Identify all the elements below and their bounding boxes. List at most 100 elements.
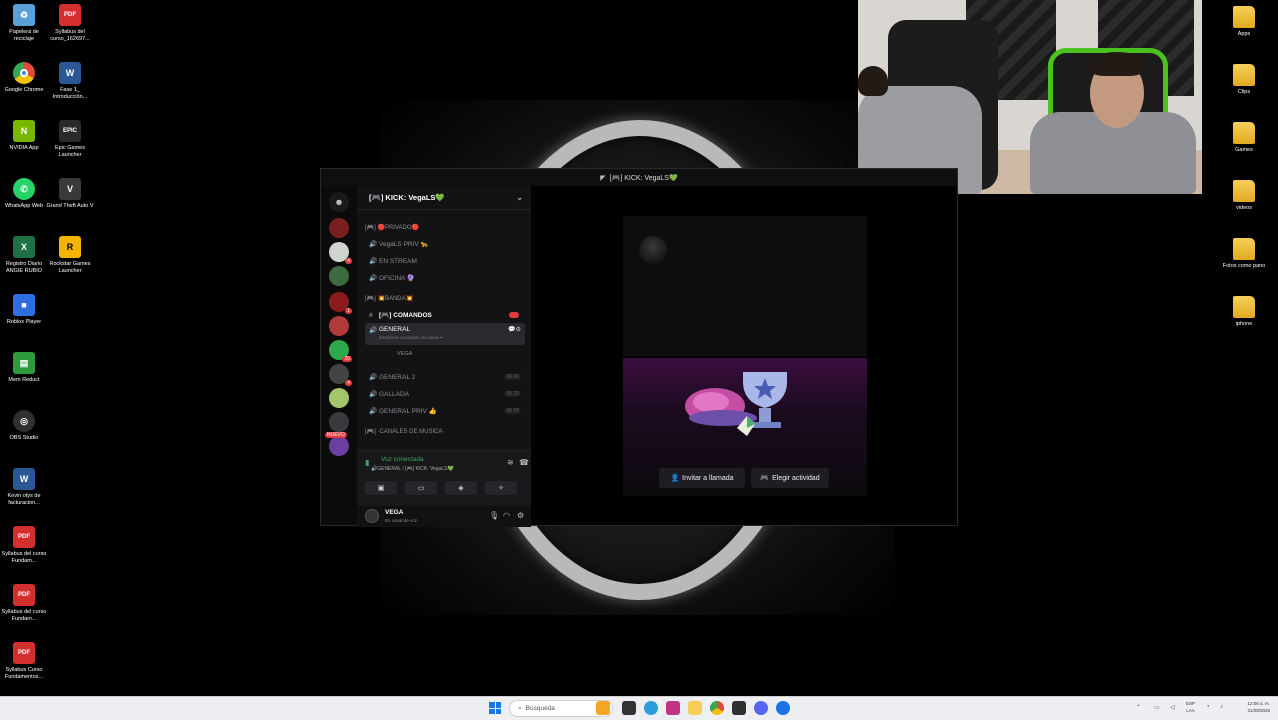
desktop-folder[interactable]: Games (1220, 122, 1268, 154)
server-icon[interactable] (329, 412, 349, 432)
desktop-icon-label: Google Chrome (4, 87, 44, 93)
desktop-icon[interactable]: PDF Syllabus del curso_162697... (46, 4, 94, 42)
whatsapp-icon: ✆ (13, 178, 35, 200)
discord-home-icon[interactable]: ☻ (329, 192, 349, 212)
invite-to-call-button[interactable]: 👤 Invitar a llamada (659, 468, 745, 488)
text-channel[interactable]: # [🎮] COMANDOS (365, 308, 525, 322)
desktop-icon[interactable]: ✆ WhatsApp Web (0, 178, 48, 210)
capcut-icon[interactable] (732, 701, 746, 715)
desktop-icon[interactable]: PDF Syllabus Curso Fundamentos... (0, 642, 48, 680)
discord-taskbar-icon[interactable] (754, 701, 768, 715)
voice-channel[interactable]: 🔊 GALLADA 00 20 (365, 387, 525, 401)
server-icon[interactable]: NUEVO (325, 432, 349, 456)
server-icon[interactable]: 1 (329, 292, 352, 314)
discord-titlebar[interactable]: ◤ [🎮] KICK: VegaLS💚 (321, 169, 957, 186)
disconnect-icon[interactable]: ☎ (519, 458, 529, 467)
desktop-icon[interactable]: N NVIDIA App (0, 120, 48, 152)
desktop-icon[interactable]: PDF Syllabus del curso Fundam... (0, 584, 48, 622)
server-icon[interactable] (329, 266, 349, 286)
category-header[interactable]: [🎮] ·CANALES DE MUSICA· (365, 428, 444, 435)
category-header[interactable]: [🎮] 💥BANDA💥 (365, 295, 413, 302)
folder-icon (1233, 6, 1255, 28)
desktop-icon[interactable]: ▤ Mem Reduct (0, 352, 48, 384)
choose-activity-button[interactable]: 🎮 Elegir actividad (751, 468, 829, 488)
category-header[interactable]: [🎮] 🔴PRIVADO🔴 (365, 224, 419, 231)
folder-icon (1233, 296, 1255, 318)
desktop-folder[interactable]: videos (1220, 180, 1268, 212)
server-header[interactable]: [🎮] KICK: VegaLS💚 ⌄ (357, 186, 531, 210)
settings-gear-icon[interactable]: ⚙ (517, 511, 524, 520)
widgets-icon[interactable] (596, 701, 610, 715)
server-icon[interactable] (329, 218, 349, 238)
headphones-icon[interactable]: ◠ (503, 511, 510, 520)
voice-channel[interactable]: 🔊 GENERAL PRIV 👍 00 10 (365, 404, 525, 418)
windows-start-icon[interactable] (489, 702, 501, 714)
noise-suppression-icon[interactable]: ≋ (507, 458, 514, 467)
voice-member[interactable]: VEGA (397, 351, 412, 357)
channel-actions-icon[interactable]: 💬⚙ (508, 326, 521, 333)
edge-icon[interactable] (644, 701, 658, 715)
language-code: ESP (1186, 701, 1196, 706)
chrome-taskbar-icon[interactable] (710, 701, 724, 715)
desktop-folder[interactable]: iphone (1220, 296, 1268, 328)
channel-status[interactable]: Establece un estado de canal ✏ (379, 335, 443, 341)
activity-button[interactable]: ◈ (445, 481, 477, 495)
task-view-icon[interactable] (622, 701, 636, 715)
desktop-folder[interactable]: Fotos como pano (1220, 238, 1268, 270)
language-indicator[interactable]: ESP LAA (1186, 700, 1195, 714)
excel-icon: X (13, 236, 35, 258)
copilot-icon[interactable] (666, 701, 680, 715)
microphone-icon[interactable]: 🎙 (489, 511, 499, 520)
voice-channel-active[interactable]: 🔊 GENERAL Establece un estado de canal ✏ 💬⚙ (365, 323, 525, 345)
desktop-folder[interactable]: Apps (1220, 6, 1268, 38)
desktop-icon[interactable]: ♻ Papelera de reciclaje (0, 4, 48, 42)
desktop-icon-label: Registro Diario ANGIE RUBIO (5, 261, 43, 274)
app-taskbar-icon[interactable] (776, 701, 790, 715)
wifi-icon[interactable]: ◔ (1206, 704, 1210, 710)
screen-share-button[interactable]: ▭ (405, 481, 437, 495)
desktop-icon[interactable]: ◎ OBS Studio (0, 410, 48, 442)
desktop-icon[interactable]: W Fase 1_ Introducción... (46, 62, 94, 100)
desktop-icon[interactable]: EPIC Epic Games Launcher (46, 120, 94, 158)
server-icon[interactable] (329, 388, 349, 408)
desktop-icon[interactable]: X Registro Diario ANGIE RUBIO (0, 236, 48, 274)
signal-icon[interactable]: ▮ (365, 458, 369, 467)
tray-chevron-icon[interactable]: ⌃ (1136, 704, 1141, 711)
folder-label: videos (1236, 205, 1252, 211)
mem-reduct-icon: ▤ (13, 352, 35, 374)
server-icon[interactable]: 20 (329, 340, 352, 362)
desktop-icon[interactable]: V Grand Theft Auto V (46, 178, 94, 210)
server-icon[interactable]: 4 (329, 364, 352, 386)
desktop-folder[interactable]: Clips (1220, 64, 1268, 96)
soundboard-button[interactable]: ✧ (485, 481, 517, 495)
voice-channel[interactable]: 🔊 EN STREAM (365, 254, 525, 268)
chevron-down-icon[interactable]: ⌄ (516, 193, 523, 202)
volume-icon[interactable]: ◁ (1170, 704, 1175, 711)
user-limit: 00 20 (504, 374, 521, 380)
voice-location[interactable]: 🔊GENERAL / [🎮] KICK: VegaLS💚 (371, 466, 454, 472)
voice-channel[interactable]: 🔊 OFICINA 🔮 (365, 271, 525, 285)
desktop-icon[interactable]: PDF Syllabus del curso Fundam... (0, 526, 48, 564)
user-name: VEGA (385, 509, 404, 516)
server-icon[interactable]: 4 (329, 242, 352, 264)
network-icon[interactable]: ▭ (1154, 704, 1160, 711)
hashtag-icon: # (369, 311, 373, 319)
desktop-icon[interactable]: W Kevin otys de facturacion... (0, 468, 48, 506)
word-doc-icon: W (13, 468, 35, 490)
discord-window[interactable]: ◤ [🎮] KICK: VegaLS💚 ☻ 4 1 20 4 NUEVO [🎮]… (320, 168, 958, 527)
voice-channel[interactable]: 🔊 GENERAL 2 00 20 (365, 370, 525, 384)
clock[interactable]: 12:06 a. m. 31/08/2025 (1232, 700, 1270, 714)
speaker-tray-icon[interactable]: ♪ (1220, 704, 1223, 710)
camera-button[interactable]: ▣ (365, 481, 397, 495)
voice-channel[interactable]: 🔊 VegaLS PRIV 🐆 (365, 237, 525, 251)
file-explorer-icon[interactable] (688, 701, 702, 715)
recycle-bin-icon: ♻ (13, 4, 35, 26)
avatar[interactable] (365, 509, 379, 523)
clock-date: 31/08/2025 (1247, 708, 1270, 713)
desktop-icon[interactable]: ■ Roblox Player (0, 294, 48, 326)
pdf-icon: PDF (59, 4, 81, 26)
desktop-icon[interactable]: Google Chrome (0, 62, 48, 94)
server-icon[interactable] (329, 316, 349, 336)
desktop-icon[interactable]: R Rockstar Games Launcher (46, 236, 94, 274)
channel-name: GENERAL 2 (379, 373, 416, 381)
